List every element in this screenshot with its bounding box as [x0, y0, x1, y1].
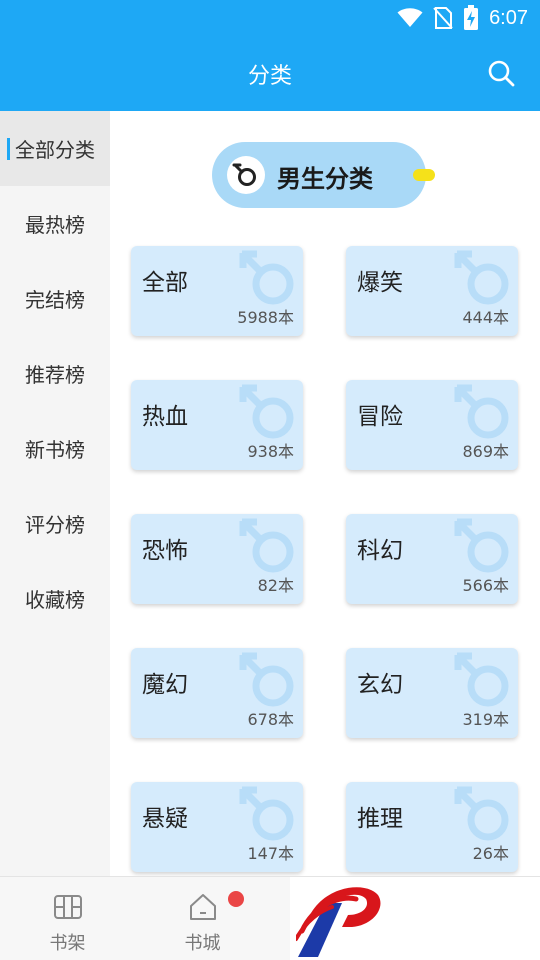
status-icons: 6:07 [397, 5, 528, 31]
male-symbol-icon [239, 384, 294, 439]
category-count: 444本 [462, 308, 509, 327]
sidebar-item-recommended[interactable]: 推荐榜 [0, 336, 110, 411]
category-name: 悬疑 [142, 806, 188, 832]
category-name: 热血 [142, 404, 188, 430]
gender-toggle-button[interactable]: 男生分类 [212, 142, 426, 208]
male-symbol-icon [239, 518, 294, 573]
sidebar-item-new-books[interactable]: 新书榜 [0, 411, 110, 486]
male-symbol-icon [454, 652, 509, 707]
sidebar-item-label: 完结榜 [25, 288, 85, 312]
nav-label: 书架 [49, 933, 86, 954]
category-card-hot-blooded[interactable]: 热血 938本 [131, 380, 303, 470]
category-card-horror[interactable]: 恐怖 82本 [131, 514, 303, 604]
category-count: 319本 [462, 710, 509, 729]
gender-label: 男生分类 [277, 165, 373, 193]
search-button[interactable] [486, 58, 516, 88]
male-symbol-icon [454, 518, 509, 573]
category-count: 26本 [472, 844, 509, 863]
sidebar-item-label: 收藏榜 [25, 588, 85, 612]
category-name: 推理 [357, 806, 403, 832]
status-bar: 6:07 [0, 0, 540, 36]
promo-panel [290, 877, 540, 960]
category-name: 科幻 [357, 538, 403, 564]
sidebar-item-hottest[interactable]: 最热榜 [0, 186, 110, 261]
no-sim-icon [433, 7, 453, 29]
category-count: 147本 [247, 844, 294, 863]
category-name: 恐怖 [142, 538, 188, 564]
category-name: 魔幻 [142, 672, 188, 698]
gender-icon-circle [227, 156, 265, 194]
app-header: 分类 [0, 36, 540, 111]
category-card-scifi[interactable]: 科幻 566本 [346, 514, 518, 604]
sidebar-item-label: 最热榜 [25, 213, 85, 237]
nav-item-bookstore[interactable]: 书城 [135, 877, 270, 960]
category-count: 5988本 [237, 308, 294, 327]
category-count: 678本 [247, 710, 294, 729]
category-card-fantasy[interactable]: 玄幻 319本 [346, 648, 518, 738]
category-count: 82本 [257, 576, 294, 595]
nav-label: 书城 [184, 933, 221, 954]
sidebar-item-label: 评分榜 [25, 513, 85, 537]
category-count: 938本 [247, 442, 294, 461]
category-card-adventure[interactable]: 冒险 869本 [346, 380, 518, 470]
sidebar-item-label: 全部分类 [15, 138, 95, 162]
category-count: 869本 [462, 442, 509, 461]
sidebar-item-ratings[interactable]: 评分榜 [0, 486, 110, 561]
home-icon [190, 894, 216, 920]
category-card-all[interactable]: 全部 5988本 [131, 246, 303, 336]
male-symbol-icon [239, 250, 294, 305]
category-count: 566本 [462, 576, 509, 595]
bookshelf-icon [54, 895, 82, 919]
male-symbol-icon [239, 786, 294, 841]
battery-charging-icon [464, 5, 479, 30]
wifi-icon [397, 8, 423, 27]
bottom-nav: 书架 书城 [0, 876, 540, 960]
category-name: 玄幻 [357, 672, 403, 698]
category-card-magic[interactable]: 魔幻 678本 [131, 648, 303, 738]
category-card-funny[interactable]: 爆笑 444本 [346, 246, 518, 336]
sidebar-item-completed[interactable]: 完结榜 [0, 261, 110, 336]
male-symbol-icon [239, 652, 294, 707]
category-card-suspense[interactable]: 悬疑 147本 [131, 782, 303, 872]
sidebar-item-all-categories[interactable]: 全部分类 [0, 111, 110, 186]
page-title: 分类 [247, 64, 292, 89]
notification-badge [228, 891, 244, 907]
status-time: 6:07 [489, 6, 528, 29]
category-card-mystery[interactable]: 推理 26本 [346, 782, 518, 872]
search-icon [488, 60, 515, 87]
category-name: 冒险 [357, 404, 403, 430]
pill-tail-decoration [413, 169, 435, 181]
brand-logo-icon[interactable] [296, 881, 382, 959]
male-symbol-icon [454, 250, 509, 305]
category-name: 爆笑 [357, 270, 403, 296]
sidebar: 全部分类 最热榜 完结榜 推荐榜 新书榜 评分榜 收藏榜 [0, 111, 110, 876]
male-symbol-icon [454, 786, 509, 841]
male-symbol-icon [232, 163, 256, 186]
sidebar-item-favorites[interactable]: 收藏榜 [0, 561, 110, 636]
sidebar-item-label: 推荐榜 [25, 363, 85, 387]
category-panel: 男生分类 全部 5988本 爆笑 444本 热血 938本 冒险 869本 恐怖… [110, 111, 540, 876]
category-name: 全部 [142, 270, 188, 296]
male-symbol-icon [454, 384, 509, 439]
nav-item-bookshelf[interactable]: 书架 [0, 877, 135, 960]
sidebar-item-label: 新书榜 [25, 438, 85, 462]
